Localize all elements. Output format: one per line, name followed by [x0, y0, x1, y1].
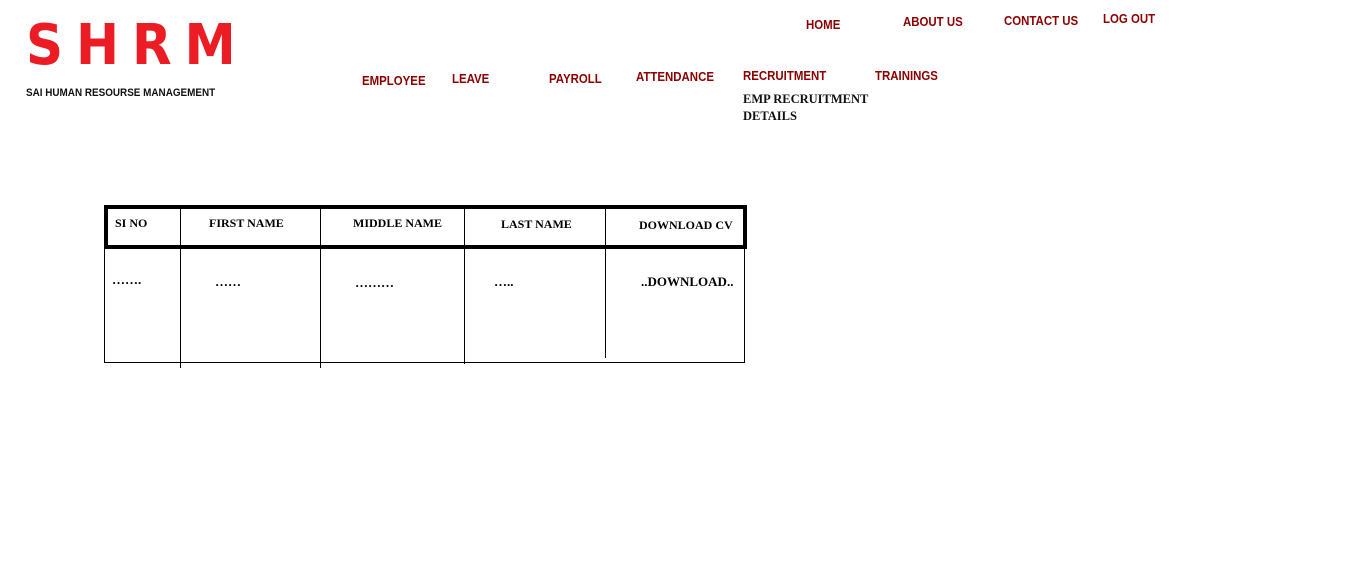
nav-contact-link[interactable]: CONTACT US [1004, 13, 1078, 28]
nav-recruitment-link[interactable]: RECRUITMENT [743, 68, 826, 83]
column-divider [320, 209, 321, 368]
header-si-no: SI NO [115, 216, 148, 230]
recruitment-submenu-item[interactable]: EMP RECRUITMENT DETAILS [743, 91, 873, 125]
header-middle-name: MIDDLE NAME [353, 216, 442, 230]
nav-home-link[interactable]: HOME [806, 17, 840, 32]
nav-about-link[interactable]: ABOUT US [903, 14, 963, 29]
header-download-cv: DOWNLOAD CV [639, 218, 733, 232]
cell-first-name: …… [215, 274, 241, 289]
column-divider [180, 209, 181, 368]
logo: SHRM [26, 13, 249, 78]
cell-middle-name: ……… [355, 275, 394, 290]
nav-payroll-link[interactable]: PAYROLL [549, 71, 602, 86]
column-divider [464, 209, 465, 364]
nav-leave-link[interactable]: LEAVE [452, 71, 489, 86]
nav-employee-link[interactable]: EMPLOYEE [362, 73, 426, 88]
column-divider [605, 209, 606, 358]
download-cv-link[interactable]: ..DOWNLOAD.. [641, 274, 733, 290]
nav-attendance-link[interactable]: ATTENDANCE [636, 69, 714, 84]
nav-logout-link[interactable]: LOG OUT [1103, 11, 1155, 26]
cell-si-no: ……. [112, 272, 142, 287]
cell-last-name: ….. [494, 274, 514, 289]
header-last-name: LAST NAME [501, 217, 572, 231]
header-first-name: FIRST NAME [209, 216, 284, 230]
nav-trainings-link[interactable]: TRAININGS [875, 68, 938, 83]
tagline: SAI HUMAN RESOURSE MANAGEMENT [26, 87, 216, 99]
